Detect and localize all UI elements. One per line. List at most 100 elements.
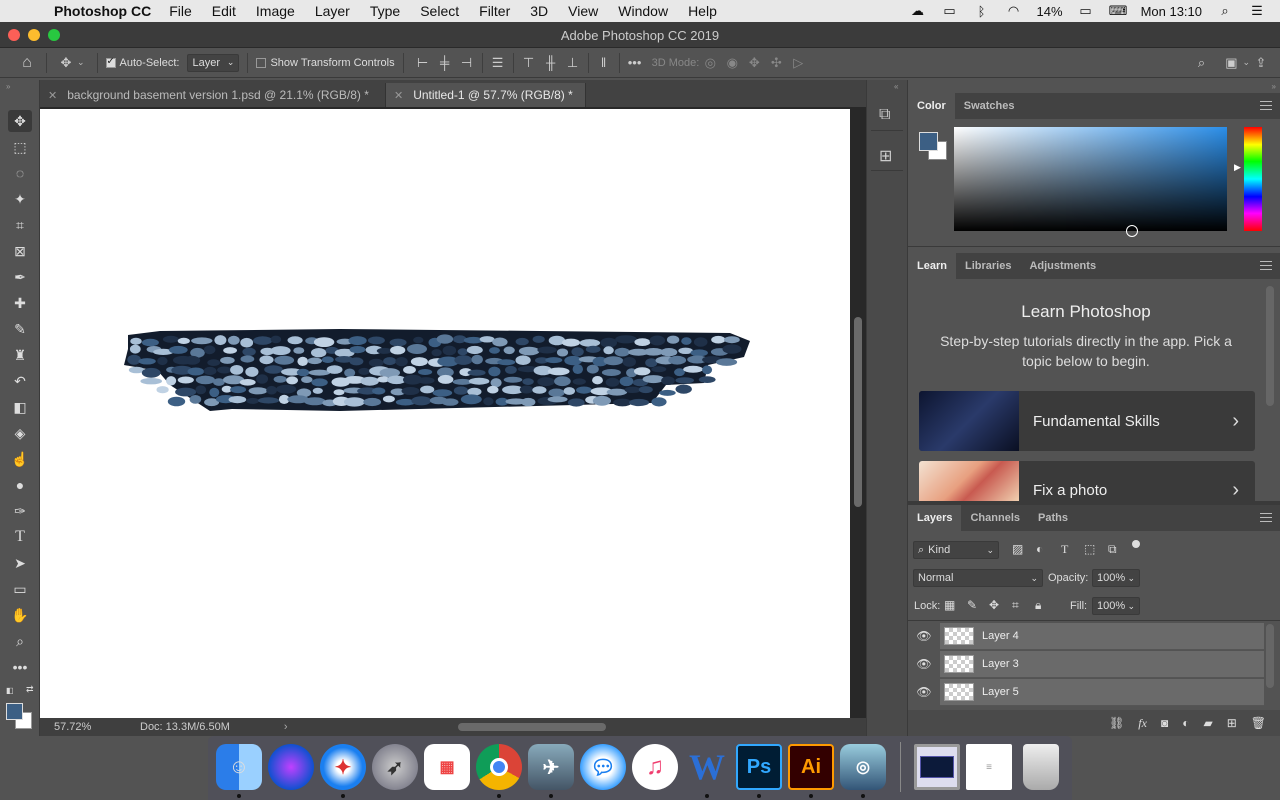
layer-body[interactable]: Layer 3: [940, 650, 1264, 678]
horizontal-scrollbar[interactable]: [458, 723, 606, 731]
menu-view[interactable]: View: [568, 3, 598, 19]
link-layers-icon[interactable]: ⛓: [1109, 716, 1124, 730]
clone-stamp-tool-icon[interactable]: ♜: [8, 344, 32, 366]
history-brush-tool-icon[interactable]: ↶: [8, 370, 32, 392]
layer-name[interactable]: Layer 5: [982, 686, 1019, 698]
smudge-tool-icon[interactable]: ☝: [8, 448, 32, 470]
align-right-icon[interactable]: ⊣: [456, 55, 478, 71]
learn-card-fix-a-photo[interactable]: Fix a photo ›: [919, 461, 1255, 501]
magic-wand-tool-icon[interactable]: ✦: [8, 188, 32, 210]
menu-filter[interactable]: Filter: [479, 3, 510, 19]
google-photos-icon[interactable]: ▦: [424, 744, 470, 790]
new-adjustment-layer-icon[interactable]: ◐: [1182, 716, 1189, 730]
layer-name[interactable]: Layer 4: [982, 630, 1019, 642]
3d-orbit-icon[interactable]: ◎: [699, 55, 721, 71]
home-icon[interactable]: ⌂: [16, 54, 38, 72]
brush-tool-icon[interactable]: ✎: [8, 318, 32, 340]
menu-3d[interactable]: 3D: [530, 3, 548, 19]
3d-roll-icon[interactable]: ◉: [721, 55, 743, 71]
new-group-folder-icon[interactable]: ▰: [1203, 716, 1212, 730]
trash-icon[interactable]: [1023, 744, 1059, 790]
spotlight-search-icon[interactable]: ⌕: [1216, 3, 1234, 19]
delete-layer-trash-icon[interactable]: 🗑︎: [1251, 716, 1266, 730]
pixel-layer-filter-icon[interactable]: ▨: [1012, 542, 1023, 556]
smart-object-filter-icon[interactable]: ⧉: [1108, 542, 1117, 557]
lock-all-icon[interactable]: 🔒︎: [1035, 598, 1041, 613]
add-mask-icon[interactable]: ◙: [1161, 716, 1168, 730]
opacity-field[interactable]: 100% ⌄: [1092, 569, 1140, 587]
distribute-vertical-icon[interactable]: ☰: [487, 55, 509, 71]
photoshop-icon[interactable]: Ps: [736, 744, 782, 790]
auto-select-checkbox[interactable]: [105, 56, 116, 68]
type-tool-icon[interactable]: T: [8, 526, 32, 548]
menu-edit[interactable]: Edit: [212, 3, 236, 19]
menu-file[interactable]: File: [169, 3, 192, 19]
menu-image[interactable]: Image: [256, 3, 295, 19]
menu-window[interactable]: Window: [618, 3, 668, 19]
share-icon[interactable]: ⇪: [1250, 55, 1272, 71]
tab-libraries[interactable]: Libraries: [956, 253, 1020, 279]
chrome-icon[interactable]: [476, 744, 522, 790]
visibility-eye-icon[interactable]: 👁︎: [908, 657, 940, 671]
document-canvas[interactable]: [40, 109, 850, 718]
lasso-tool-icon[interactable]: ◌: [8, 162, 32, 184]
safari-icon[interactable]: ✦: [320, 744, 366, 790]
collapse-icon[interactable]: «: [894, 82, 898, 91]
messages-icon[interactable]: 💬︎: [580, 744, 626, 790]
3d-pan-icon[interactable]: ✥: [743, 55, 765, 71]
menu-select[interactable]: Select: [420, 3, 459, 19]
eyedropper-tool-icon[interactable]: ✒: [8, 266, 32, 288]
dodge-tool-icon[interactable]: ●: [8, 474, 32, 496]
zoom-tool-icon[interactable]: ⌕: [8, 630, 32, 652]
tab-adjustments[interactable]: Adjustments: [1020, 253, 1105, 279]
3d-slide-icon[interactable]: ✣: [765, 55, 787, 71]
lock-position-icon[interactable]: ✥: [989, 598, 999, 612]
menu-layer[interactable]: Layer: [315, 3, 350, 19]
menubar-clock[interactable]: Mon 13:10: [1141, 4, 1202, 19]
tab-paths[interactable]: Paths: [1029, 505, 1077, 531]
visibility-eye-icon[interactable]: 👁︎: [908, 685, 940, 699]
tab-channels[interactable]: Channels: [961, 505, 1029, 531]
battery-icon[interactable]: ▭: [1077, 3, 1095, 19]
edit-toolbar-icon[interactable]: •••: [8, 656, 32, 678]
layer-name[interactable]: Layer 3: [982, 658, 1019, 670]
vertical-scrollbar[interactable]: [854, 317, 862, 507]
panel-menu-icon[interactable]: [1260, 513, 1272, 522]
color-panel-foreground-swatch[interactable]: [919, 132, 938, 151]
layer-filter-dropdown[interactable]: ⌕ Kind ⌄: [913, 541, 999, 559]
properties-panel-icon[interactable]: ⊞: [879, 146, 892, 166]
frame-tool-icon[interactable]: ⊠: [8, 240, 32, 262]
hue-slider-handle[interactable]: ▶: [1234, 162, 1241, 173]
lock-image-icon[interactable]: ✎: [967, 598, 977, 612]
canvas-area[interactable]: [40, 107, 866, 718]
siri-icon[interactable]: [268, 744, 314, 790]
collapse-icon[interactable]: »: [6, 82, 10, 91]
healing-brush-tool-icon[interactable]: ✚: [8, 292, 32, 314]
tab-background-basement[interactable]: ✕ background basement version 1.psd @ 21…: [40, 83, 386, 107]
type-layer-filter-icon[interactable]: T: [1061, 542, 1068, 557]
lock-transparent-icon[interactable]: ▦: [944, 598, 955, 612]
tab-layers[interactable]: Layers: [908, 505, 962, 531]
document-thumbnail[interactable]: ≡: [966, 744, 1012, 790]
auto-select-target-dropdown[interactable]: Layer ⌄: [187, 53, 240, 72]
layer-body[interactable]: Layer 5: [940, 678, 1264, 706]
filter-toggle[interactable]: [1132, 540, 1140, 548]
tab-untitled-1[interactable]: ✕ Untitled-1 @ 57.7% (RGB/8) *: [386, 83, 586, 107]
input-source-icon[interactable]: ⌨: [1109, 3, 1128, 19]
chevron-down-icon[interactable]: ⌄: [77, 57, 85, 68]
foreground-color-swatch[interactable]: [6, 703, 23, 720]
show-transform-checkbox[interactable]: [256, 57, 267, 68]
itunes-icon[interactable]: ♫: [632, 744, 678, 790]
tab-swatches[interactable]: Swatches: [955, 93, 1024, 119]
workspace-icon[interactable]: ▣: [1220, 55, 1242, 71]
adjustment-layer-filter-icon[interactable]: ◐: [1036, 542, 1043, 556]
layer-style-fx-icon[interactable]: fx: [1138, 716, 1147, 731]
hue-slider[interactable]: [1244, 127, 1262, 231]
panel-menu-icon[interactable]: [1260, 101, 1272, 110]
collapse-icon[interactable]: »: [1272, 82, 1276, 91]
more-options-icon[interactable]: •••: [624, 55, 646, 70]
align-top-icon[interactable]: ⊤: [518, 55, 540, 71]
default-colors-icon[interactable]: ◧: [6, 686, 14, 695]
wifi-icon[interactable]: ◠: [1005, 3, 1023, 19]
close-tab-icon[interactable]: ✕: [48, 89, 57, 102]
